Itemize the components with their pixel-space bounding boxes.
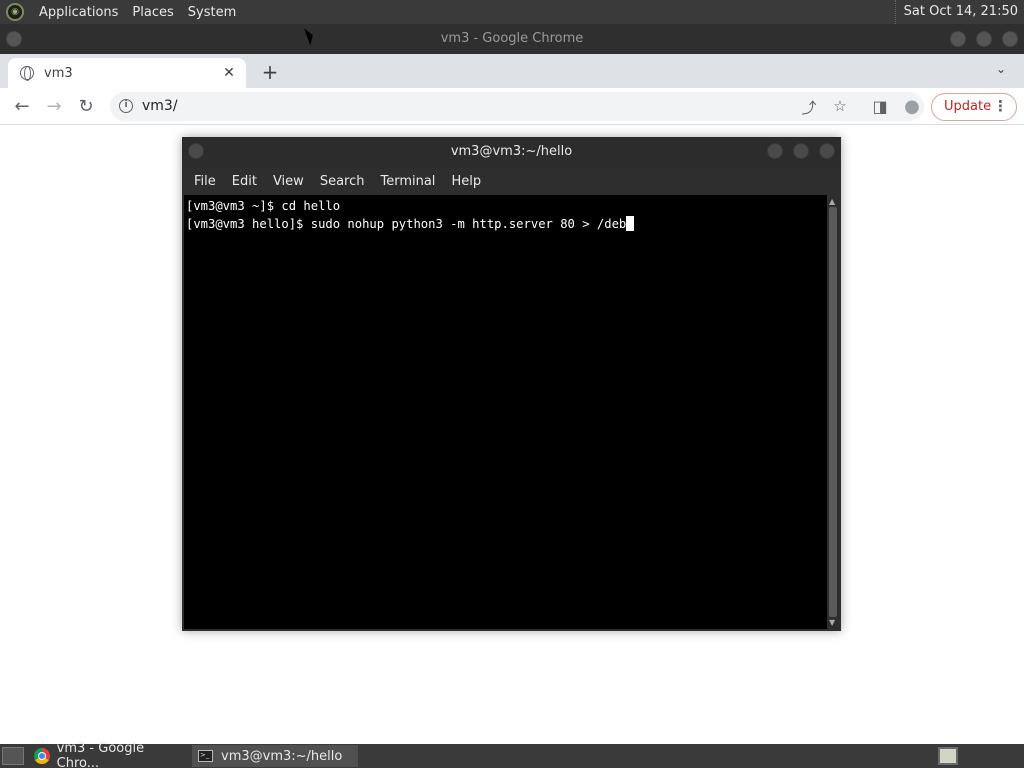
taskbar-item-label: vm3 - Google Chro...	[56, 741, 145, 771]
address-bar[interactable]: i vm3/ ⤴ ☆	[110, 92, 924, 121]
terminal-menu-edit[interactable]: Edit	[224, 174, 265, 189]
close-window-button[interactable]	[1002, 31, 1018, 47]
side-panel-icon[interactable]: ◨	[869, 96, 891, 118]
chrome-window-titlebar[interactable]: vm3 - Google Chrome	[0, 24, 1024, 54]
maximize-button[interactable]	[976, 31, 992, 47]
terminal-icon: >_	[198, 750, 213, 762]
chrome-menu-icon[interactable]: ⋮	[993, 97, 1008, 115]
terminal-title: vm3@vm3:~/hello	[450, 144, 573, 159]
forward-button[interactable]: →	[43, 96, 65, 118]
terminal-line: [vm3@vm3 ~]$ cd hello	[186, 199, 341, 213]
terminal-menu-help[interactable]: Help	[443, 174, 489, 189]
terminal-menu-file[interactable]: File	[186, 174, 224, 189]
bottom-taskbar: vm3 - Google Chro... >_ vm3@vm3:~/hello	[0, 741, 1024, 771]
clock[interactable]: Sat Oct 14, 21:50	[894, 0, 1018, 24]
terminal-menubar: File Edit View Search Terminal Help	[182, 167, 841, 195]
chrome-icon	[34, 748, 50, 764]
terminal-menu-view[interactable]: View	[265, 174, 312, 189]
show-desktop-button[interactable]	[2, 747, 24, 765]
terminal-scrollbar[interactable]: ▲ ▼	[827, 195, 839, 629]
terminal-command-input[interactable]: [vm3@vm3 hello]$ sudo nohup python3 -m h…	[186, 217, 626, 231]
terminal-minimize-button[interactable]	[767, 143, 783, 159]
terminal-line-active[interactable]: [vm3@vm3 hello]$ sudo nohup python3 -m h…	[186, 215, 825, 233]
terminal-titlebar[interactable]: vm3@vm3:~/hello	[182, 137, 841, 167]
terminal-menu-search[interactable]: Search	[312, 174, 373, 189]
reload-button[interactable]: ↻	[75, 96, 97, 118]
bookmark-star-icon[interactable]: ☆	[830, 97, 850, 117]
taskbar-item-terminal[interactable]: >_ vm3@vm3:~/hello	[192, 745, 358, 767]
menu-applications[interactable]: Applications	[32, 5, 125, 20]
update-button[interactable]: Update ⋮	[931, 93, 1017, 121]
menu-places[interactable]: Places	[125, 5, 180, 20]
share-icon[interactable]: ⤴	[799, 97, 819, 117]
menu-system[interactable]: System	[181, 5, 243, 20]
top-panel: ◉ Applications Places System Sat Oct 14,…	[0, 0, 1024, 24]
tab-close-icon[interactable]: ✕	[220, 64, 238, 82]
taskbar-item-label: vm3@vm3:~/hello	[221, 748, 343, 764]
globe-icon	[20, 66, 34, 81]
address-bar-url[interactable]: vm3/	[142, 98, 178, 114]
mate-logo-icon[interactable]: ◉	[6, 3, 24, 21]
terminal-menu-terminal[interactable]: Terminal	[372, 174, 443, 189]
site-info-icon[interactable]: i	[119, 99, 133, 113]
terminal-cursor	[626, 216, 635, 231]
tab-search-chevron-icon[interactable]: ⌄	[992, 62, 1010, 80]
scroll-up-arrow-icon[interactable]: ▲	[829, 197, 835, 206]
browser-toolbar: ← → ↻ i vm3/ ⤴ ☆ ◨ ● Update ⋮	[0, 88, 1024, 125]
terminal-window-menu-button[interactable]	[188, 143, 204, 159]
profile-avatar-icon[interactable]: ●	[901, 96, 923, 118]
tab-strip: vm3 ✕ + ⌄	[0, 54, 1024, 88]
minimize-button[interactable]	[950, 31, 966, 47]
terminal-window[interactable]: vm3@vm3:~/hello File Edit View Search Te…	[182, 137, 841, 631]
scrollbar-thumb[interactable]	[829, 207, 837, 617]
tab-title: vm3	[44, 65, 73, 81]
terminal-maximize-button[interactable]	[793, 143, 809, 159]
tab-vm3[interactable]: vm3 ✕	[8, 58, 246, 88]
window-menu-button[interactable]	[6, 31, 22, 47]
taskbar-item-chrome[interactable]: vm3 - Google Chro...	[28, 741, 188, 771]
scroll-down-arrow-icon[interactable]: ▼	[829, 618, 835, 627]
workspace-switcher[interactable]	[938, 747, 958, 765]
terminal-close-button[interactable]	[819, 143, 835, 159]
update-label: Update	[944, 99, 992, 114]
new-tab-button[interactable]: +	[258, 60, 282, 84]
chrome-window-title: vm3 - Google Chrome	[440, 31, 584, 46]
back-button[interactable]: ←	[11, 96, 33, 118]
terminal-output[interactable]: [vm3@vm3 ~]$ cd hello [vm3@vm3 hello]$ su…	[184, 195, 827, 629]
